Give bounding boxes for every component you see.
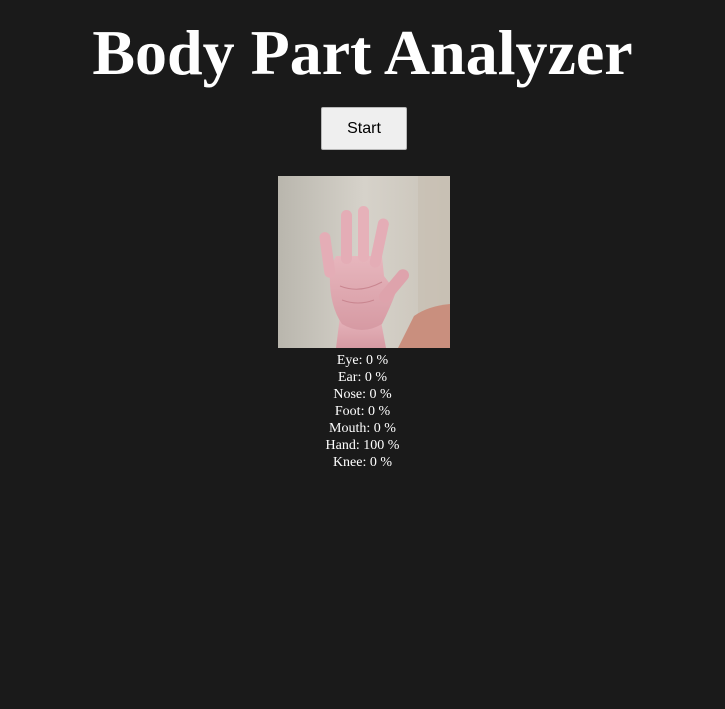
result-row-knee: Knee: 0 % xyxy=(332,455,393,470)
hand-image xyxy=(278,176,450,348)
result-label: Eye xyxy=(336,353,359,368)
result-label: Foot xyxy=(334,404,361,419)
result-unit: % xyxy=(375,370,387,385)
result-row-ear: Ear: 0 % xyxy=(338,370,387,385)
result-unit: % xyxy=(380,387,392,402)
result-unit: % xyxy=(380,455,393,470)
result-value: 0 xyxy=(364,370,372,385)
prediction-results: Eye: 0 % Ear: 0 % Nose: 0 % Foot: 0 % Mo… xyxy=(0,352,725,471)
result-unit: % xyxy=(376,353,389,368)
result-value: 0 xyxy=(369,387,377,402)
result-value: 0 xyxy=(373,421,381,436)
result-value: 100 xyxy=(363,438,385,453)
result-label: Knee xyxy=(332,455,363,470)
result-unit: % xyxy=(378,404,391,419)
page-title: Body Part Analyzer xyxy=(92,17,633,88)
result-label: Nose xyxy=(333,387,363,402)
page: Body Part Analyzer Start Eye: 0 % Ear: 0… xyxy=(0,0,725,709)
result-label: Mouth xyxy=(329,421,367,436)
result-value: 0 xyxy=(367,404,375,419)
result-unit: % xyxy=(387,438,400,453)
result-value: 0 xyxy=(365,353,373,368)
start-button[interactable]: Start xyxy=(321,107,407,150)
result-row-nose: Nose: 0 % xyxy=(333,387,392,402)
result-row-mouth: Mouth: 0 % xyxy=(329,421,396,436)
webcam-preview xyxy=(278,176,450,348)
result-row-hand: Hand: 100 % xyxy=(325,438,400,453)
result-row-foot: Foot: 0 % xyxy=(334,404,391,419)
result-row-eye: Eye: 0 % xyxy=(336,353,389,368)
result-unit: % xyxy=(384,421,396,436)
result-label: Hand xyxy=(325,438,356,453)
result-value: 0 xyxy=(369,455,377,470)
result-label: Ear xyxy=(338,370,358,385)
